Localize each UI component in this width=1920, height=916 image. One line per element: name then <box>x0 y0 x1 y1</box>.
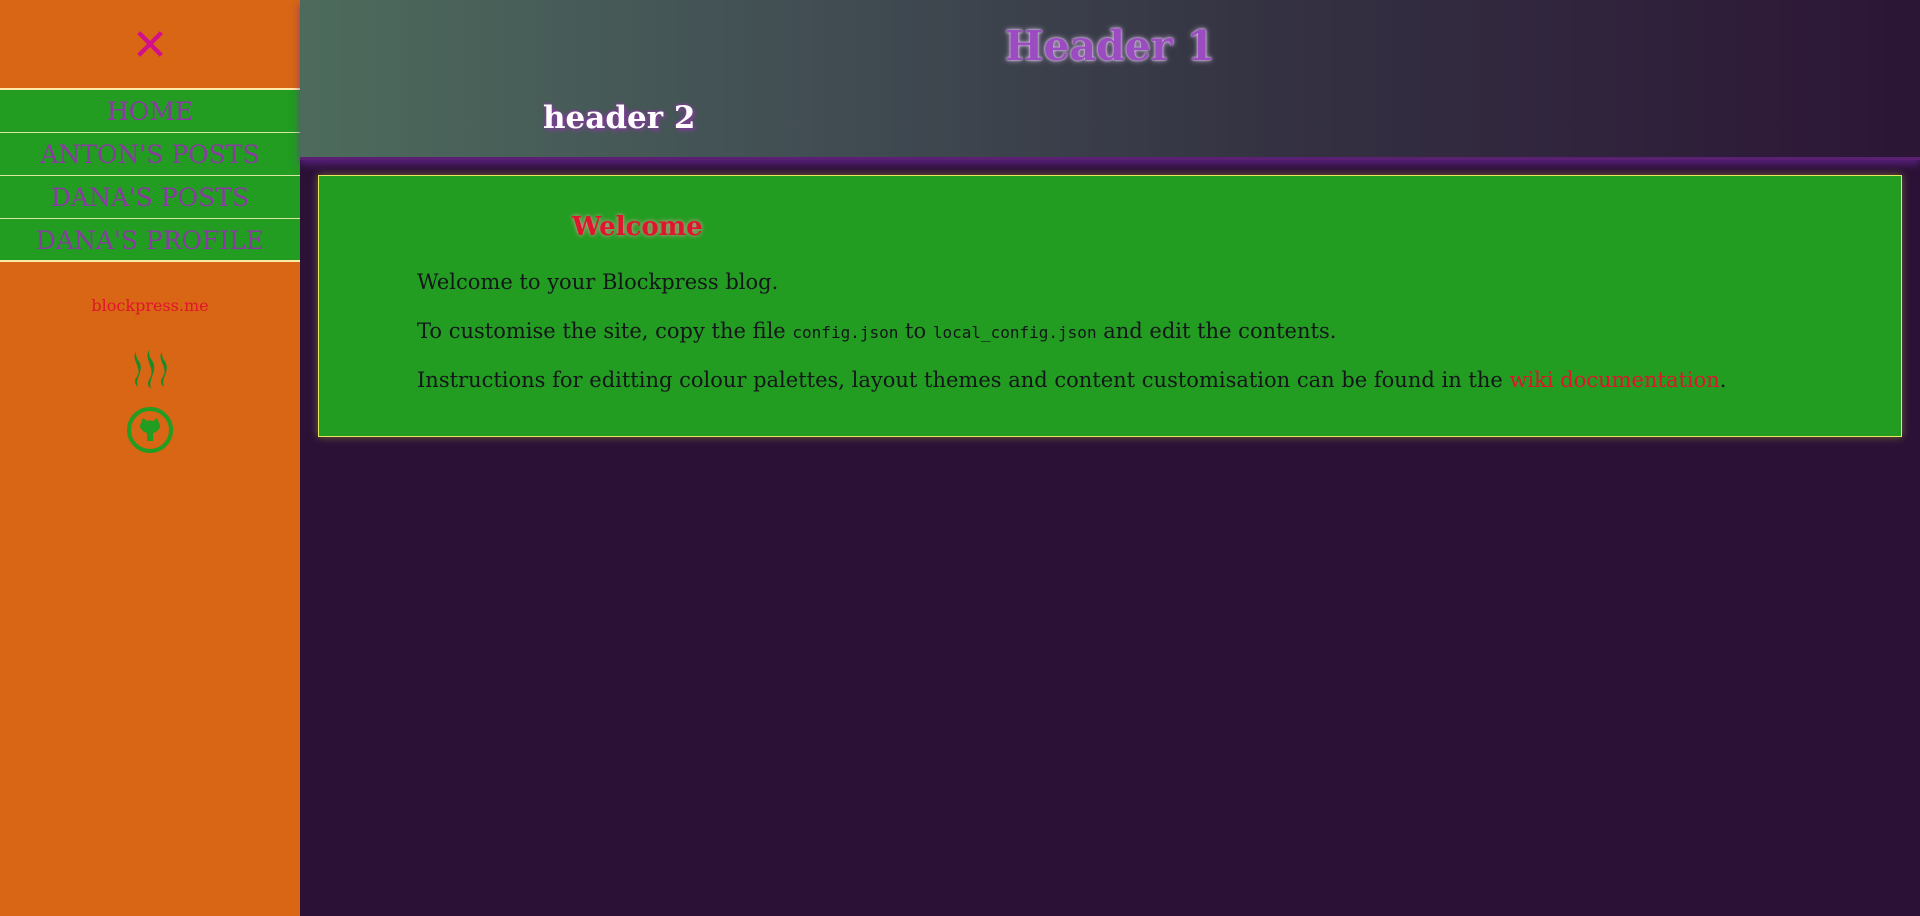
instructions-text: Instructions for editting colour palette… <box>417 368 1510 392</box>
wiki-documentation-link[interactable]: wiki documentation <box>1509 368 1719 392</box>
instructions-line: Instructions for editting colour palette… <box>417 368 1726 392</box>
welcome-line: Welcome to your Blockpress blog. <box>417 270 779 294</box>
close-icon[interactable]: ✕ <box>0 18 300 74</box>
instructions-period: . <box>1719 368 1727 392</box>
sidebar-item-danas-profile[interactable]: DANA'S PROFILE <box>0 219 300 262</box>
sidebar-item-antons-posts[interactable]: ANTON'S POSTS <box>0 133 300 176</box>
config-filename: config.json <box>792 323 899 342</box>
welcome-heading: Welcome <box>572 212 703 242</box>
sidebar-nav: HOME ANTON'S POSTS DANA'S POSTS DANA'S P… <box>0 88 300 262</box>
customise-line: To customise the site, copy the file con… <box>417 319 1336 343</box>
page-title: Header 1 <box>1004 22 1216 70</box>
welcome-card: Welcome Welcome to your Blockpress blog.… <box>318 175 1902 437</box>
sidebar-item-home[interactable]: HOME <box>0 90 300 133</box>
sidebar-item-danas-posts[interactable]: DANA'S POSTS <box>0 176 300 219</box>
page-header: Header 1 header 2 <box>300 0 1920 160</box>
github-icon[interactable] <box>126 406 174 454</box>
customise-text-end: and edit the contents. <box>1096 319 1337 343</box>
site-link[interactable]: blockpress.me <box>0 296 300 315</box>
sidebar: ✕ HOME ANTON'S POSTS DANA'S POSTS DANA'S… <box>0 0 300 916</box>
steem-icon[interactable] <box>126 348 174 390</box>
customise-text-start: To customise the site, copy the file <box>417 319 793 343</box>
local-config-filename: local_config.json <box>932 323 1097 342</box>
customise-text-middle: to <box>898 319 933 343</box>
page-subtitle: header 2 <box>543 100 696 136</box>
